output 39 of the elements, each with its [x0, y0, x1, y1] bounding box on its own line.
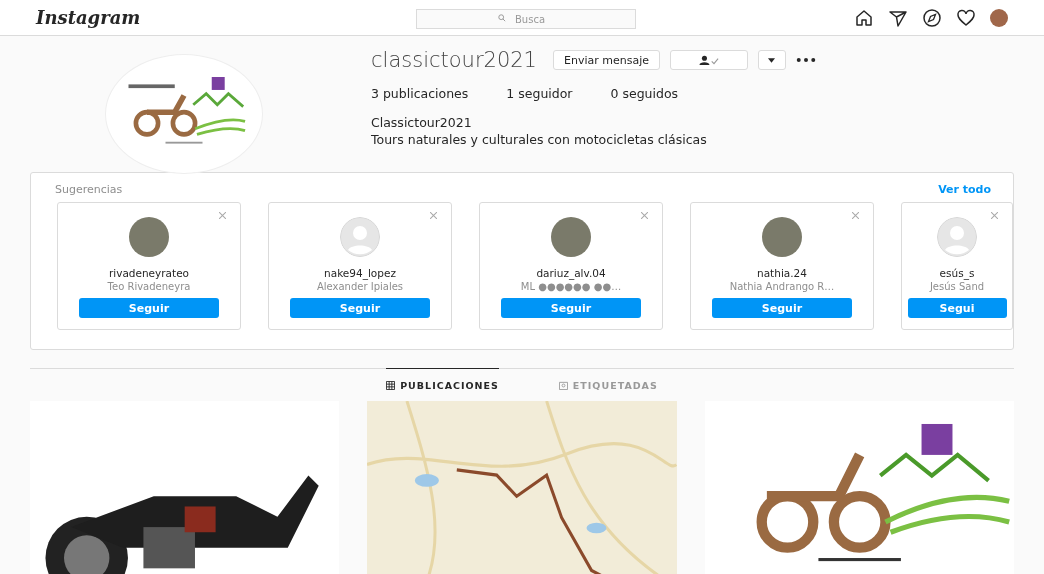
- profile-username: classictour2021: [371, 48, 537, 72]
- search-icon: [498, 13, 506, 22]
- following-button[interactable]: [670, 50, 748, 70]
- home-icon[interactable]: [854, 7, 874, 28]
- suggestion-username[interactable]: esús_s: [939, 267, 975, 279]
- avatar[interactable]: [990, 8, 1008, 27]
- grid-icon: [386, 380, 396, 390]
- suggestion-name: Teo Rivadeneyra: [107, 281, 191, 292]
- message-button[interactable]: Enviar mensaje: [553, 50, 660, 70]
- dropdown-button[interactable]: [758, 50, 786, 70]
- more-options-icon[interactable]: [796, 57, 816, 63]
- compass-icon[interactable]: [922, 7, 942, 28]
- default-avatar-icon: [340, 217, 380, 257]
- default-avatar-icon: [937, 217, 977, 257]
- search-field[interactable]: Busca: [416, 9, 636, 29]
- suggestion-username[interactable]: nake94_lopez: [324, 267, 396, 279]
- motorcycle-photo-placeholder[interactable]: [30, 401, 340, 574]
- suggestion-name: ML ●●●●●● ●●…: [520, 281, 622, 292]
- profile-stat[interactable]: 3 publicaciones: [371, 86, 469, 101]
- profile-stat[interactable]: 0 seguidos: [610, 86, 679, 101]
- profile-stat[interactable]: 1 seguidor: [506, 86, 573, 101]
- avatar-photo-placeholder: [129, 217, 169, 257]
- avatar-photo-placeholder: [762, 217, 802, 257]
- tag-person-icon: [558, 380, 568, 390]
- suggestion-name: Alexander Ipiales: [316, 281, 404, 292]
- suggestion-username[interactable]: rivadeneyrateo: [108, 267, 190, 279]
- suggestion-name: Nathia Andrango R…: [729, 281, 835, 292]
- heart-icon[interactable]: [956, 7, 976, 28]
- profile-bio: Tours naturales y culturales con motocicletas clásicas: [371, 132, 708, 147]
- suggestion-name: Jesús Sand: [929, 281, 985, 292]
- suggestions-title: Sugerencias: [55, 183, 123, 196]
- suggestion-username[interactable]: nathia.24: [757, 267, 807, 279]
- logo-image-placeholder[interactable]: [704, 401, 1014, 574]
- instagram-logo[interactable]: Instagram: [36, 7, 376, 28]
- profile-full-name: Classictour2021: [371, 115, 473, 130]
- avatar-photo-placeholder: [551, 217, 591, 257]
- suggestion-username[interactable]: dariuz_alv.04: [536, 267, 606, 279]
- caret-icon: [768, 57, 776, 63]
- person-check-icon: [699, 54, 719, 66]
